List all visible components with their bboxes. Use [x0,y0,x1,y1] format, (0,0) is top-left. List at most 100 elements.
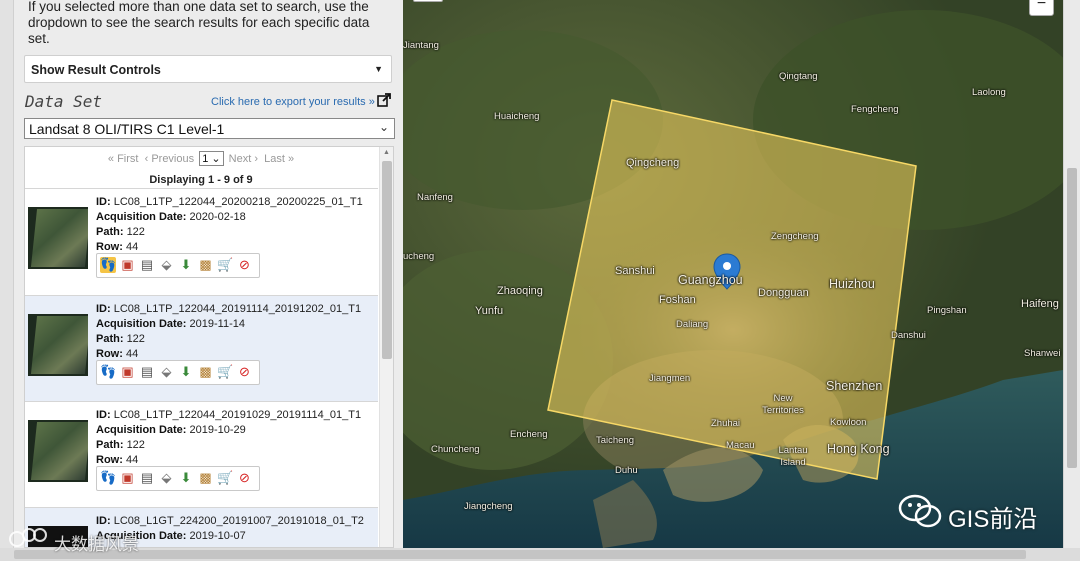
browse-overlay-icon[interactable]: ▣ [120,470,136,486]
result-item: ID: LC08_L1TP_122044_20191114_20191202_0… [25,295,378,401]
browse-overlay-icon[interactable]: ▣ [120,364,136,380]
wechat-logo-icon [898,494,942,528]
browse-overlay-icon[interactable]: ▣ [120,257,136,273]
map-tab-handle[interactable] [413,0,443,2]
dataset-heading: Data Set [25,92,103,111]
caret-down-icon: ▼ [374,64,383,74]
cart-icon[interactable]: 🛒 [217,470,233,486]
id-label: ID: [96,303,111,315]
result-row: 44 [125,454,139,466]
compare-icon[interactable]: ⬙ [159,257,175,273]
map-label: Jiangcheng [464,501,513,512]
map-label: Foshan [659,294,696,306]
result-date: 2020-02-18 [189,211,246,223]
map-label: Jiantang [403,40,439,51]
footprint-icon[interactable]: 👣 [100,257,116,273]
results-scrollbar-thumb[interactable] [382,161,392,359]
map-label: Kowloon [830,417,867,428]
result-path: 122 [126,439,145,451]
id-label: ID: [96,409,111,421]
result-row: 44 [125,348,139,360]
map-label: Qingtang [779,71,818,82]
cart-icon[interactable]: 🛒 [217,364,233,380]
exclude-icon[interactable]: ⊘ [237,364,253,380]
result-actions: 👣 ▣ ▤ ⬙ ⬇ ▩ 🛒 ⊘ [96,253,260,278]
show-result-controls-toggle[interactable]: Show Result Controls ▼ [24,55,392,83]
result-meta: ID: LC08_L1TP_122044_20191029_20191114_0… [96,408,361,468]
displaying-count: Displaying 1 - 9 of 9 [149,174,253,186]
results-scrollbar[interactable]: ▲ [379,147,393,547]
map-label: Zengcheng [771,231,819,242]
footprint-icon[interactable]: 👣 [100,470,116,486]
result-item: ID: LC08_L1TP_122044_20191029_20191114_0… [25,401,378,507]
pager-last-link[interactable]: Last » [264,153,294,165]
map-label: Duhu [615,465,638,476]
exclude-icon[interactable]: ⊘ [237,257,253,273]
map-label: ucheng [403,251,435,262]
download-icon[interactable]: ⬇ [178,364,194,380]
bulk-download-icon[interactable]: ▩ [198,257,214,273]
row-label: Row: [96,241,123,253]
dataset-select[interactable]: Landsat 8 OLI/TIRS C1 Level-1 ⌄ [24,118,395,139]
date-label: Acquisition Date: [96,424,187,436]
zoom-out-button[interactable]: − [1029,0,1054,16]
result-actions: 👣 ▣ ▤ ⬙ ⬇ ▩ 🛒 ⊘ [96,360,260,385]
pager-next-link[interactable]: Next › [229,153,258,165]
page-select[interactable]: 1 ⌄ [199,151,224,166]
path-label: Path: [96,226,124,238]
metadata-icon[interactable]: ▤ [139,470,155,486]
pager: « First ‹ Previous 1 ⌄ Next › Last » [25,151,377,166]
bigdata-watermark: 大数据风景 [4,525,144,555]
download-icon[interactable]: ⬇ [178,470,194,486]
external-link-icon[interactable] [377,93,391,107]
date-label: Acquisition Date: [96,211,187,223]
map-label: Guangzhou [678,273,743,287]
map-view[interactable]: − Jiantang Qingtang Laolong Huaicheng Fe… [403,0,1063,548]
map-label: Huaicheng [494,111,540,122]
footprint-icon[interactable]: 👣 [100,364,116,380]
result-id: LC08_L1TP_122044_20191114_20191202_01_T1 [113,303,362,315]
map-label: Lantau Island [778,445,808,468]
page-scrollbar-thumb[interactable] [1067,168,1077,468]
map-label: Qingcheng [626,157,680,169]
pager-previous-link[interactable]: ‹ Previous [145,153,195,165]
compare-icon[interactable]: ⬙ [159,364,175,380]
map-label: Zhaoqing [497,285,543,297]
pager-first-link[interactable]: « First [108,153,139,165]
download-icon[interactable]: ⬇ [178,257,194,273]
metadata-icon[interactable]: ▤ [139,364,155,380]
scene-thumbnail[interactable] [28,314,88,376]
bulk-download-icon[interactable]: ▩ [198,470,214,486]
results-panel: If you selected more than one data set t… [0,0,403,548]
exclude-icon[interactable]: ⊘ [237,470,253,486]
map-label: Fengcheng [851,104,899,115]
map-label: Danshui [891,330,926,341]
scene-thumbnail[interactable] [28,420,88,482]
compare-icon[interactable]: ⬙ [159,470,175,486]
page-scrollbar[interactable] [1063,0,1080,548]
map-label: Dongguan [758,287,809,299]
result-id: LC08_L1TP_122044_20200218_20200225_01_T1 [113,196,363,208]
bulk-download-icon[interactable]: ▩ [198,364,214,380]
export-results-link[interactable]: Click here to export your results » [211,96,375,108]
result-id: LC08_L1TP_122044_20191029_20191114_01_T1 [113,409,362,421]
path-label: Path: [96,333,124,345]
result-controls-label: Show Result Controls [31,63,161,77]
results-list: « First ‹ Previous 1 ⌄ Next › Last » Dis… [24,146,394,548]
map-label: Chuncheng [431,444,480,455]
wechat-watermark: GIS前沿 [898,493,1058,533]
result-row: 44 [125,241,139,253]
map-label: Encheng [510,429,548,440]
horizontal-scrollbar[interactable] [14,550,1026,559]
page-select-value: 1 [202,153,209,165]
scroll-up-icon[interactable]: ▲ [383,149,390,156]
result-meta: ID: LC08_L1TP_122044_20200218_20200225_0… [96,195,363,255]
result-path: 122 [126,226,145,238]
scene-thumbnail[interactable] [28,207,88,269]
cart-icon[interactable]: 🛒 [217,257,233,273]
result-meta: ID: LC08_L1TP_122044_20191114_20191202_0… [96,302,361,362]
date-label: Acquisition Date: [96,318,187,330]
info-text: If you selected more than one data set t… [28,0,370,46]
map-label: Shenzhen [826,379,883,393]
metadata-icon[interactable]: ▤ [139,257,155,273]
